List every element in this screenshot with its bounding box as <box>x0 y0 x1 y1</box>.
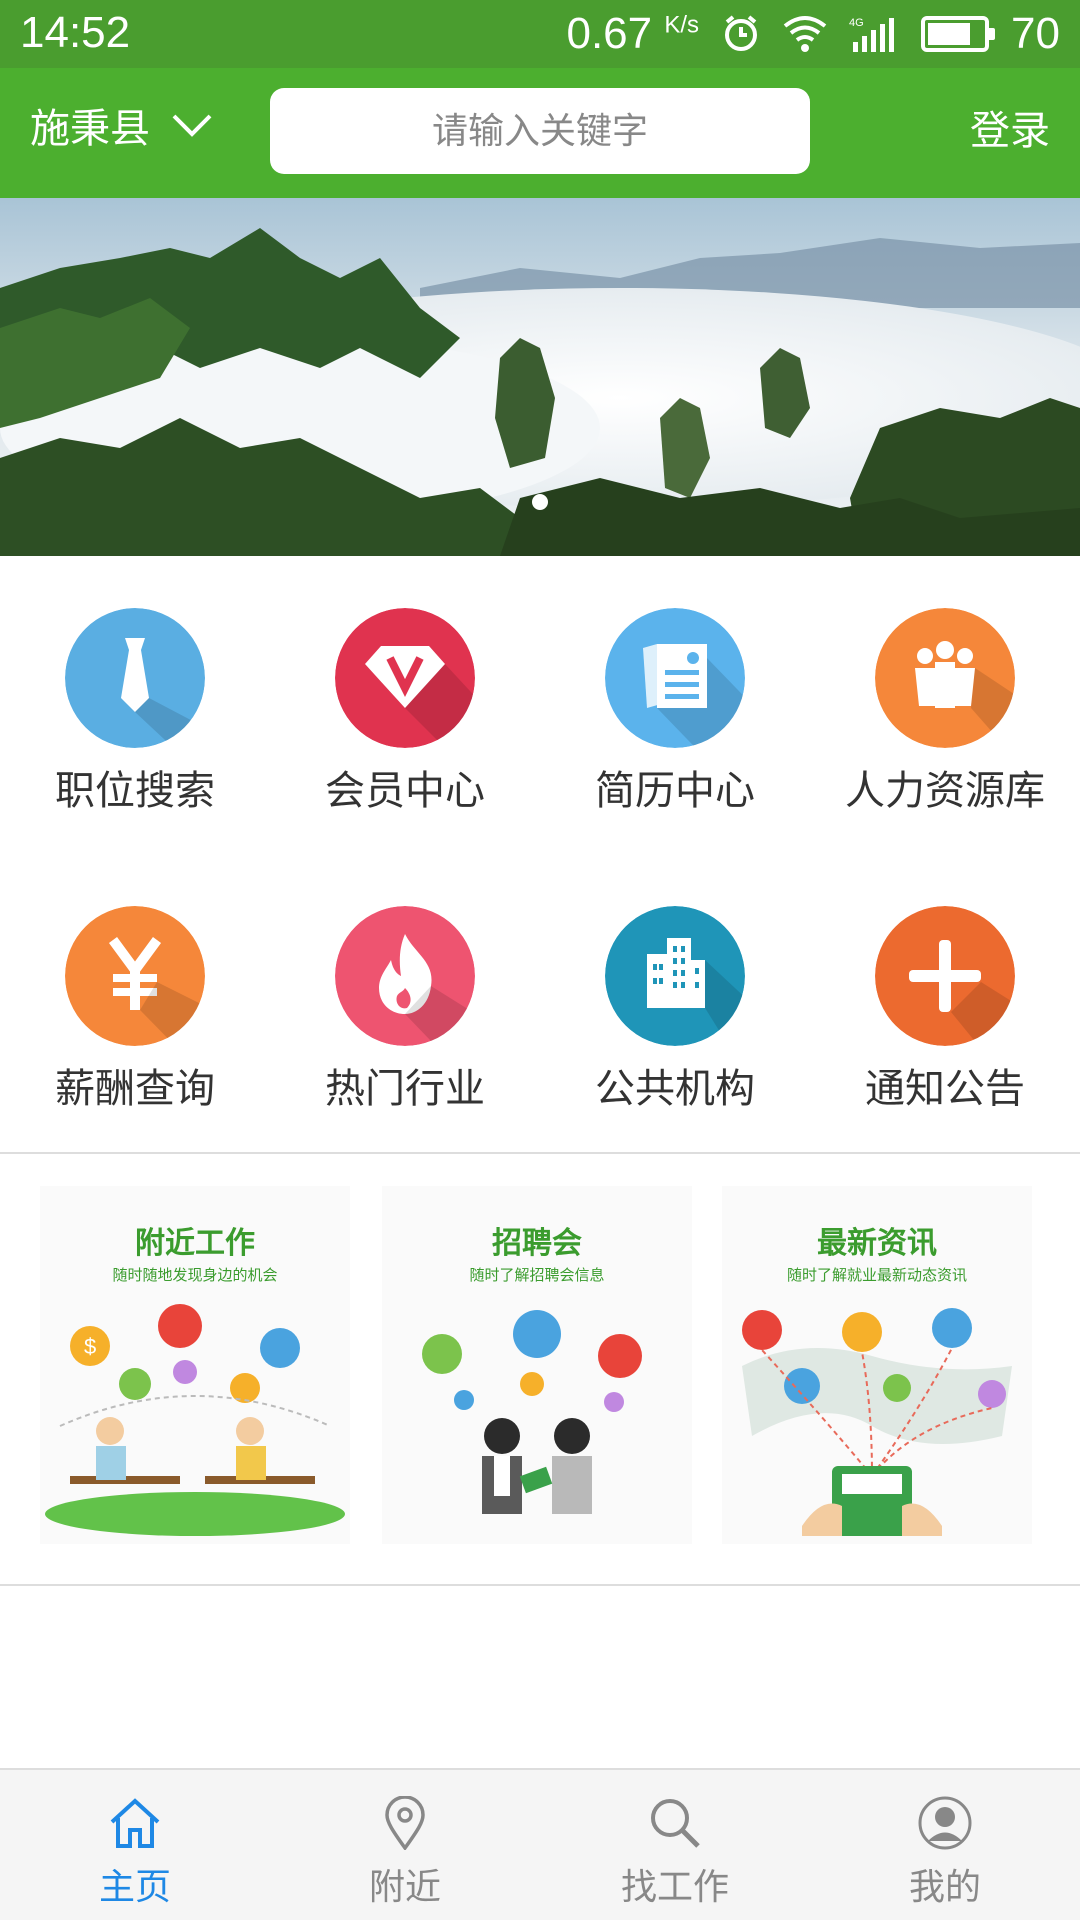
carousel-indicator-dot[interactable] <box>532 494 548 510</box>
alarm-icon <box>725 15 758 51</box>
grid-label: 职位搜索 <box>55 768 215 814</box>
vip-diamond-icon <box>335 608 475 748</box>
promo-subtitle: 随时了解招聘会信息 <box>469 1266 605 1284</box>
login-button[interactable]: 登录 <box>970 98 1050 156</box>
nearby-jobs-illustration: $ <box>45 1304 345 1536</box>
tie-icon <box>65 608 205 748</box>
location-label: 施秉县 <box>30 106 150 152</box>
grid-label: 通知公告 <box>865 1066 1025 1112</box>
promo-title: 最新资讯 <box>817 1226 937 1261</box>
home-icon <box>110 1798 160 1848</box>
location-pin-icon <box>385 1796 425 1850</box>
tab-label: 找工作 <box>620 1867 729 1908</box>
tab-label: 我的 <box>908 1867 981 1908</box>
grid-label: 薪酬查询 <box>55 1066 215 1112</box>
status-indicators: 0.67 K/s 4G 70 <box>566 6 1060 62</box>
promo-subtitle: 随时了解就业最新动态资讯 <box>786 1266 967 1284</box>
promo-card-nearby-jobs[interactable]: 附近工作 随时随地发现身边的机会 $ <box>40 1186 350 1544</box>
feature-grid: 职位搜索 会员中心 简历中心 人力资源库 薪酬查询 热门行业 公共机构 通知公告 <box>0 556 1080 1152</box>
grid-label: 人力资源库 <box>845 768 1045 814</box>
wifi-icon <box>783 16 827 52</box>
grid-item-public-institutions[interactable]: 公共机构 <box>540 854 810 1124</box>
signal-4g-icon: 4G <box>849 17 895 52</box>
plus-icon <box>875 906 1015 1046</box>
banner-carousel[interactable] <box>0 198 1080 556</box>
location-selector[interactable]: 施秉县 <box>30 96 214 154</box>
search-icon <box>651 1799 700 1848</box>
promo-title: 招聘会 <box>492 1226 582 1261</box>
grid-label: 热门行业 <box>325 1066 485 1112</box>
tab-nearby[interactable]: 附近 <box>270 1770 540 1920</box>
battery-level: 70 <box>1011 9 1060 58</box>
grid-item-salary-query[interactable]: 薪酬查询 <box>0 854 270 1124</box>
grid-item-job-search[interactable]: 职位搜索 <box>0 556 270 826</box>
battery-icon <box>921 16 996 52</box>
grid-label: 简历中心 <box>595 768 755 814</box>
yen-icon <box>65 906 205 1046</box>
grid-label: 会员中心 <box>325 768 485 814</box>
network-speed-value: 0.67 <box>566 9 653 58</box>
promo-subtitle: 随时随地发现身边的机会 <box>112 1266 278 1284</box>
svg-text:4G: 4G <box>849 17 864 29</box>
svg-text:$: $ <box>84 1334 96 1359</box>
promo-row: 附近工作 随时随地发现身边的机会 $ 招聘会 随时了解招聘会信息 最新资讯 随时… <box>0 1172 1080 1550</box>
chevron-down-icon <box>172 114 212 137</box>
grid-label: 公共机构 <box>595 1066 755 1112</box>
section-divider <box>0 1584 1080 1586</box>
resume-icon <box>605 608 745 748</box>
tab-find-job[interactable]: 找工作 <box>540 1770 810 1920</box>
job-fair-illustration <box>422 1310 642 1514</box>
app-screen: 14:52 0.67 K/s 4G 70 施秉县 请输入关键字 登录 职位搜索 … <box>0 0 1080 1920</box>
promo-card-job-fair[interactable]: 招聘会 随时了解招聘会信息 <box>382 1186 692 1544</box>
grid-item-member-center[interactable]: 会员中心 <box>270 556 540 826</box>
promo-card-latest-news[interactable]: 最新资讯 随时了解就业最新动态资讯 <box>722 1186 1032 1544</box>
status-bar: 14:52 0.67 K/s 4G 70 <box>0 0 1080 68</box>
building-icon <box>605 906 745 1046</box>
grid-item-hr-pool[interactable]: 人力资源库 <box>810 556 1080 826</box>
promo-title: 附近工作 <box>135 1226 255 1261</box>
tab-home[interactable]: 主页 <box>0 1770 270 1920</box>
tab-label: 附近 <box>368 1867 441 1908</box>
user-icon <box>918 1796 972 1850</box>
latest-news-illustration <box>742 1308 1012 1536</box>
grid-item-hot-industry[interactable]: 热门行业 <box>270 854 540 1124</box>
status-time: 14:52 <box>20 8 131 57</box>
search-box[interactable] <box>270 88 810 174</box>
fire-icon <box>335 906 475 1046</box>
tab-label: 主页 <box>98 1867 171 1908</box>
grid-item-notices[interactable]: 通知公告 <box>810 854 1080 1124</box>
grid-item-resume-center[interactable]: 简历中心 <box>540 556 810 826</box>
network-speed: 0.67 K/s <box>566 9 699 59</box>
top-header: 施秉县 登录 <box>0 68 1080 198</box>
search-input[interactable] <box>270 88 810 174</box>
section-divider <box>0 1152 1080 1154</box>
bottom-tab-bar: 主页 附近 找工作 我的 <box>0 1768 1080 1920</box>
tab-profile[interactable]: 我的 <box>810 1770 1080 1920</box>
people-icon <box>875 608 1015 748</box>
network-speed-unit: K/s <box>664 11 700 39</box>
